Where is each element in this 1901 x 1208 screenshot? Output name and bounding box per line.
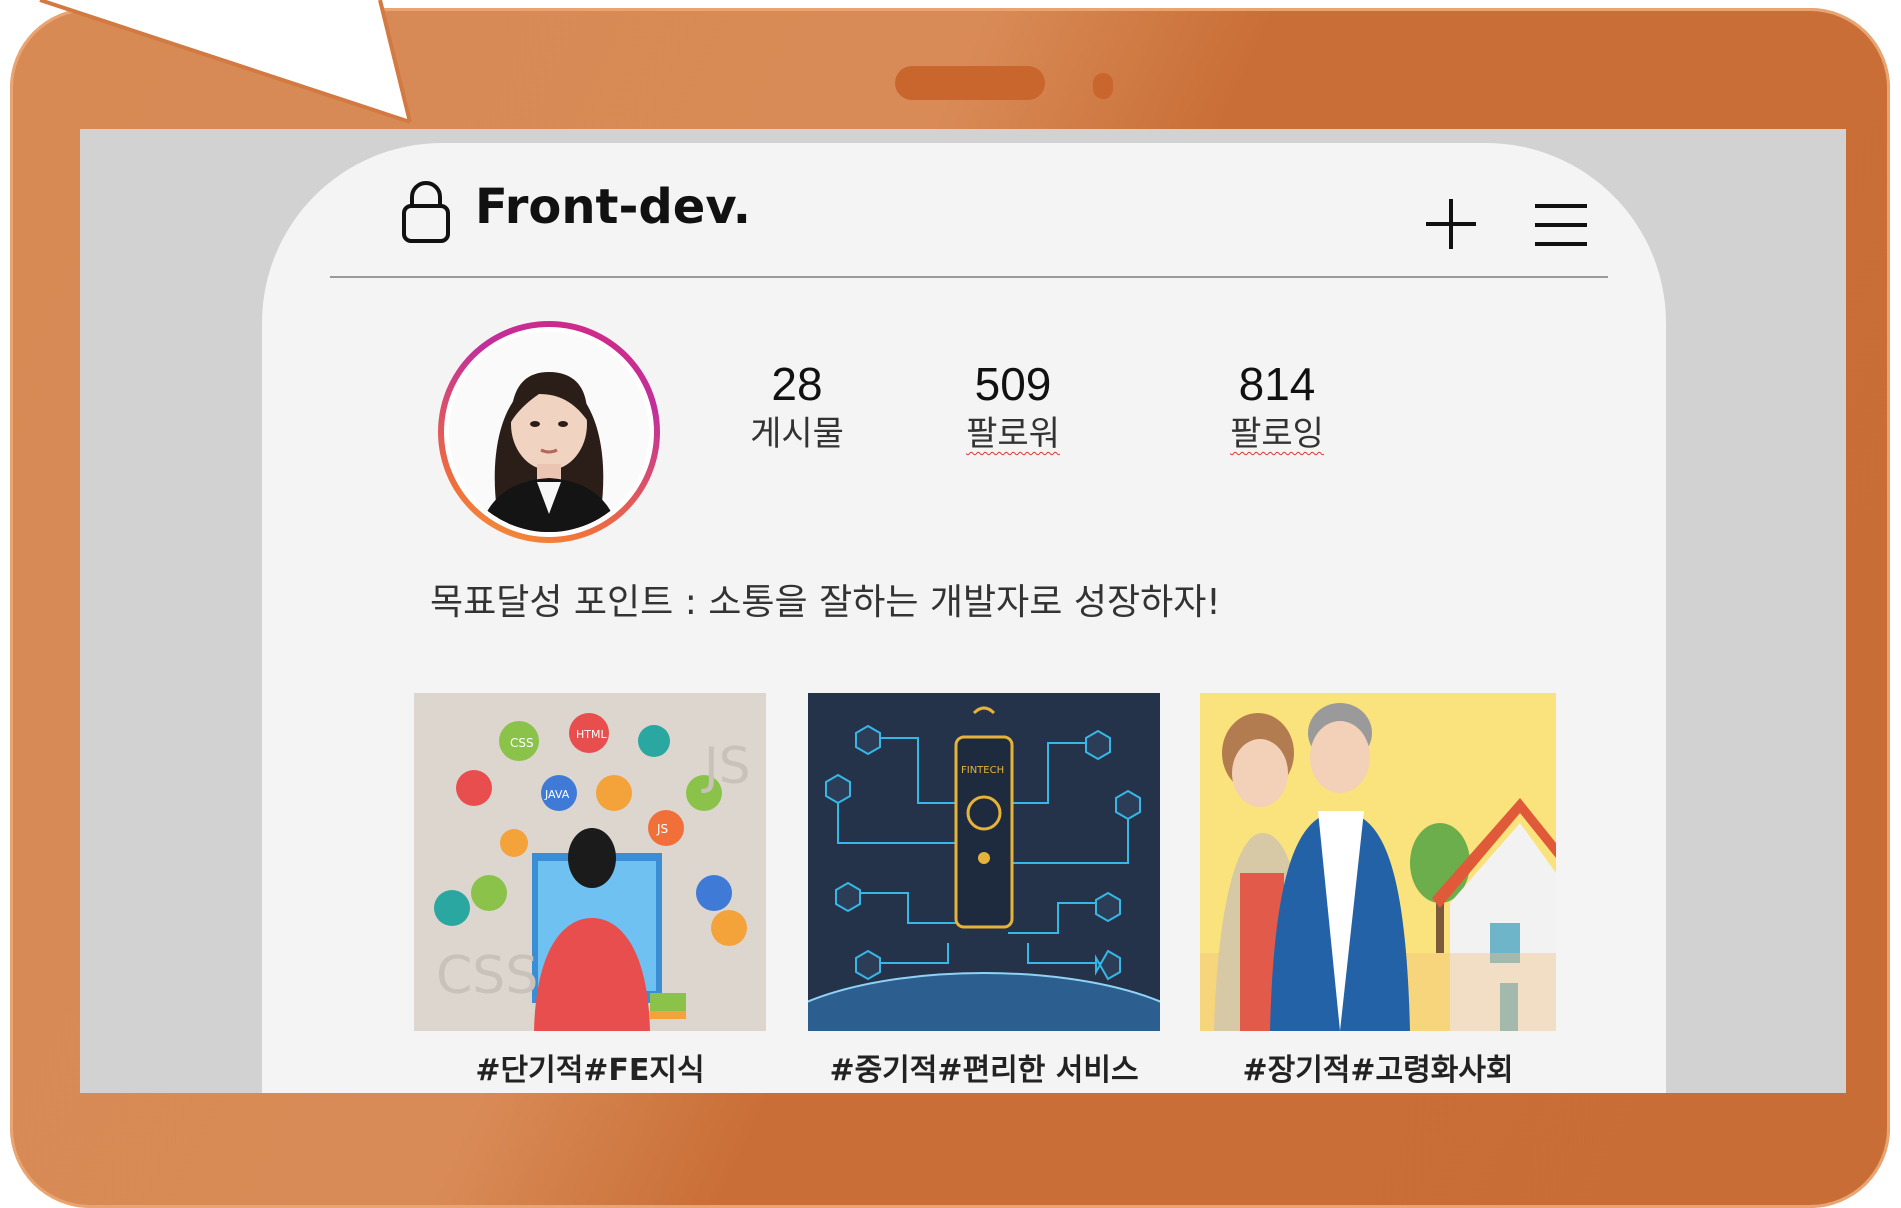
avatar[interactable] <box>438 321 660 543</box>
tablet-screen: Front-dev. 28 게시물 509 팔로워 814 팔로잉 목표달성 포… <box>80 129 1846 1093</box>
profile-page: Front-dev. 28 게시물 509 팔로워 814 팔로잉 목표달성 포… <box>262 143 1666 1093</box>
tablet-camera <box>1093 73 1113 99</box>
stat-followers-value: 509 <box>974 358 1052 410</box>
profile-bio: 목표달성 포인트 : 소통을 잘하는 개발자로 성장하자! <box>430 582 1221 623</box>
tablet-frame: Front-dev. 28 게시물 509 팔로워 814 팔로잉 목표달성 포… <box>10 8 1890 1208</box>
stat-followers-label: 팔로워 <box>966 414 1060 454</box>
stat-posts[interactable]: 28 게시물 <box>697 358 897 458</box>
stat-posts-value: 28 <box>771 358 823 410</box>
stat-following-value: 814 <box>1238 358 1316 410</box>
post-caption-3: #장기적#고령화사회 <box>1242 1053 1514 1088</box>
post-1-tag-js: JS <box>656 822 668 836</box>
post-caption-2: #중기적#편리한 서비스 <box>829 1053 1139 1088</box>
post-1-tag-css: CSS <box>510 736 534 750</box>
plus-icon[interactable] <box>1424 197 1478 255</box>
post-thumbnail-1[interactable]: CSS HTML JAVA JS CSS JS <box>414 693 766 1031</box>
lock-icon <box>400 179 452 247</box>
post-caption-1: #단기적#FE지식 <box>475 1053 705 1088</box>
post-2-tag-fintech: FINTECH <box>961 765 1004 776</box>
avatar-border <box>444 327 654 537</box>
stat-followers[interactable]: 509 팔로워 <box>913 358 1113 458</box>
stat-following[interactable]: 814 팔로잉 <box>1177 358 1377 458</box>
post-1-bg-js-text: JS <box>701 737 750 795</box>
profile-header: Front-dev. <box>330 143 1608 278</box>
post-1-tag-java: JAVA <box>544 788 570 801</box>
callout-pointer <box>39 0 412 124</box>
tablet-speaker <box>895 66 1045 100</box>
avatar-photo <box>449 332 649 532</box>
stat-posts-label: 게시물 <box>750 414 844 454</box>
post-1-bg-css-text: CSS <box>436 946 538 1006</box>
post-thumbnail-2[interactable]: FINTECH <box>808 693 1160 1031</box>
stat-following-label: 팔로잉 <box>1230 414 1324 454</box>
page-title: Front-dev. <box>475 179 751 235</box>
post-1-tag-html: HTML <box>576 728 607 741</box>
post-thumbnail-3[interactable] <box>1200 693 1556 1031</box>
hamburger-menu-icon[interactable] <box>1533 203 1589 251</box>
